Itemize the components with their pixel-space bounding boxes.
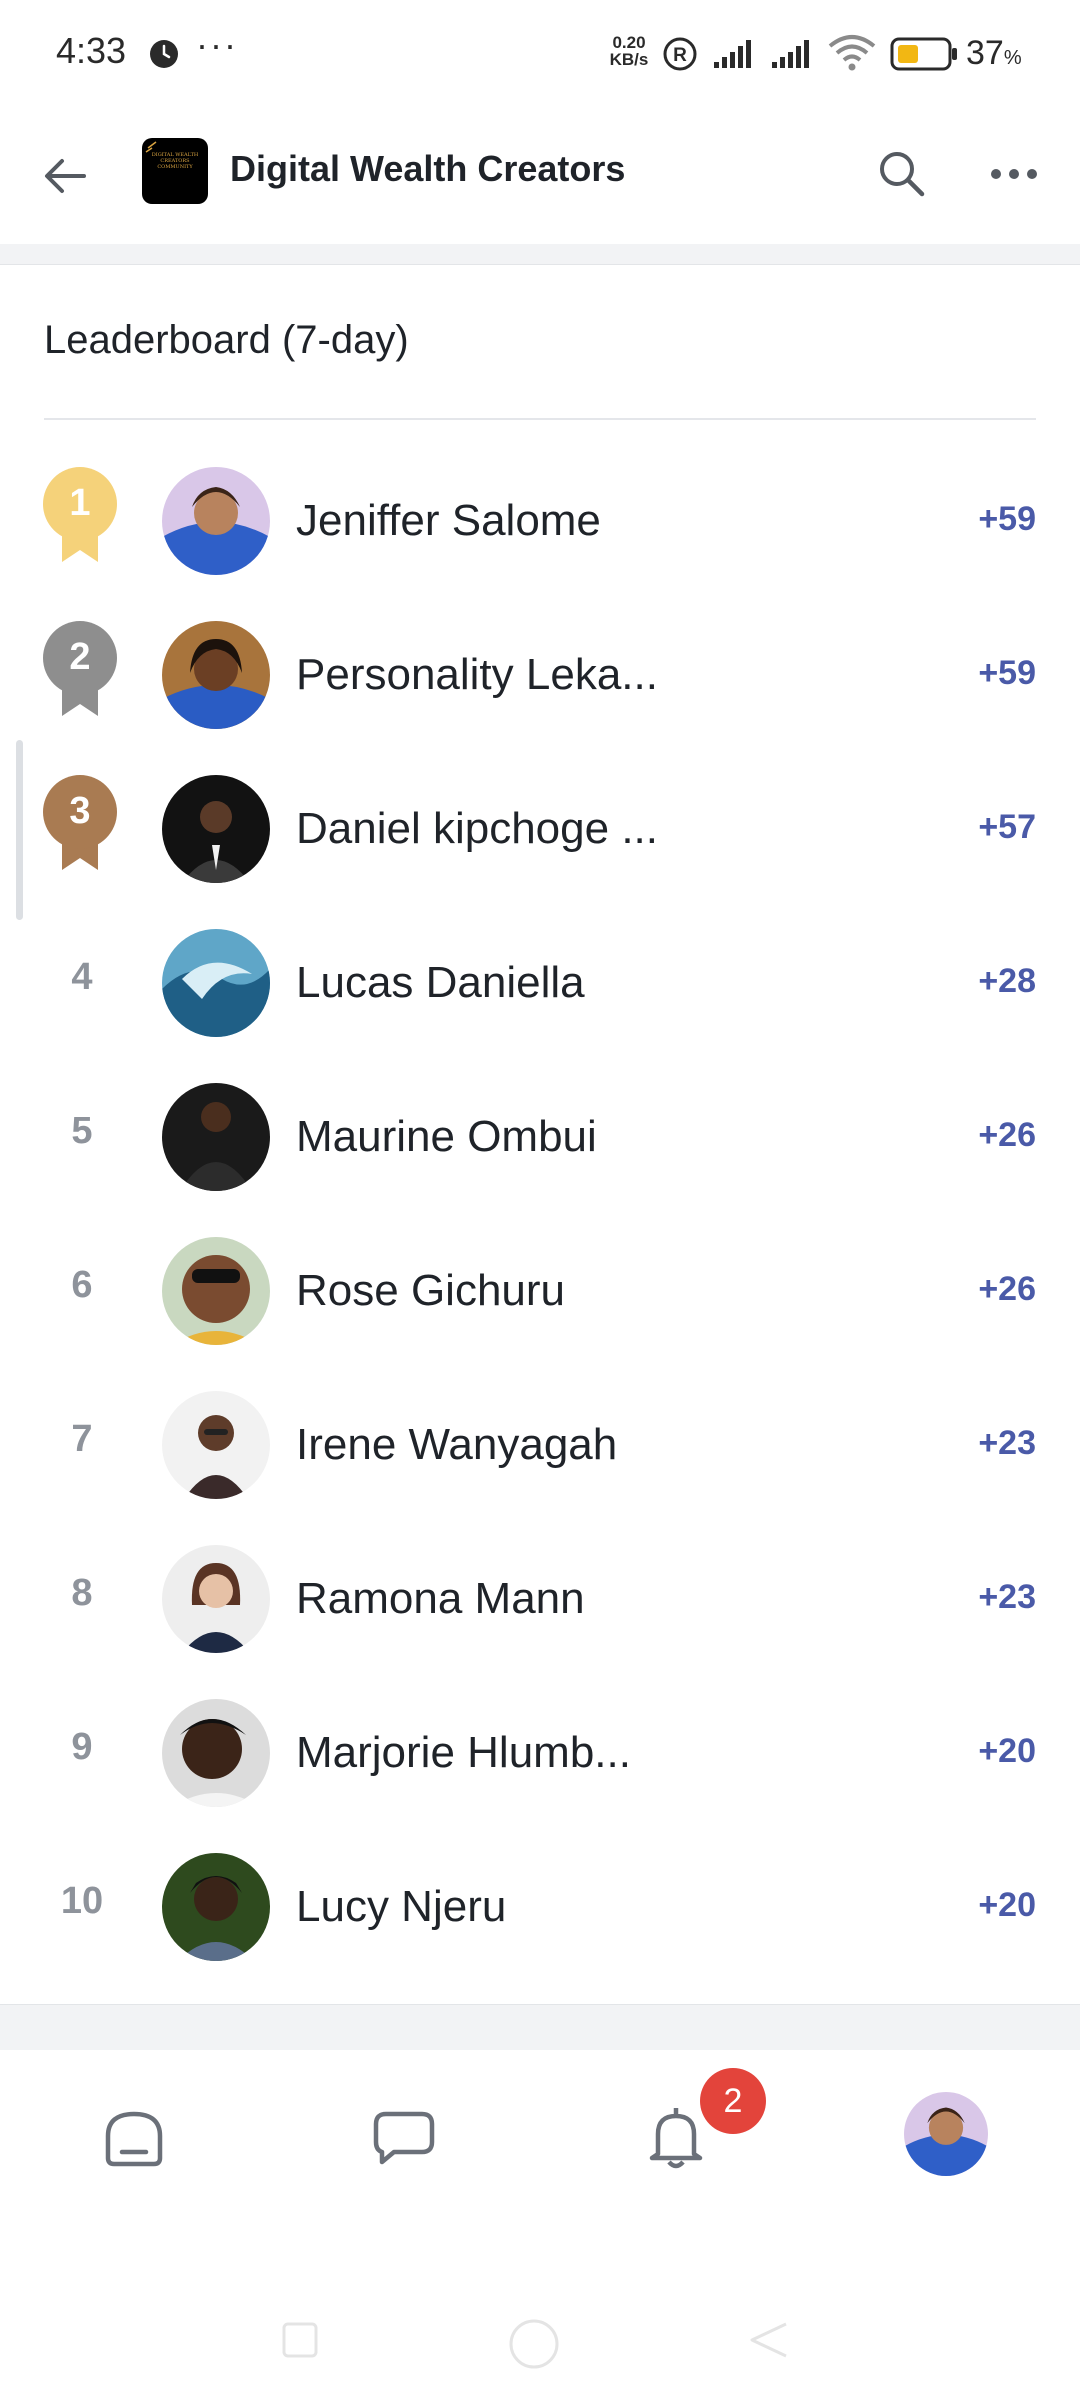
svg-text:R: R bbox=[673, 45, 687, 66]
leaderboard-divider bbox=[44, 418, 1036, 420]
speed-unit: KB/s bbox=[609, 50, 649, 69]
speed-value: 0.20 bbox=[612, 33, 646, 52]
member-name[interactable]: Lucas Daniella bbox=[296, 958, 585, 1008]
signal-icon-2 bbox=[772, 40, 809, 68]
network-speed: 0.20 KB/s bbox=[606, 34, 652, 68]
group-name[interactable]: Digital Wealth Creators bbox=[230, 148, 625, 190]
chat-icon[interactable] bbox=[364, 2096, 444, 2176]
status-time: 4:33 bbox=[56, 30, 127, 71]
battery-value: 37 bbox=[966, 34, 1004, 72]
avatar[interactable] bbox=[162, 775, 270, 883]
logo-mark-icon bbox=[145, 141, 157, 153]
rank-number: 2 bbox=[69, 636, 91, 678]
member-points: +20 bbox=[978, 1732, 1036, 1770]
section-divider-bottom bbox=[0, 2004, 1080, 2052]
profile-avatar[interactable] bbox=[904, 2092, 988, 2176]
avatar[interactable] bbox=[162, 1545, 270, 1653]
battery-level: 37% bbox=[966, 34, 1022, 73]
member-points: +57 bbox=[978, 808, 1036, 846]
rank-number: 1 bbox=[69, 482, 91, 524]
leaderboard-row[interactable]: 6 Rose Gichuru +26 bbox=[0, 1214, 1080, 1368]
status-bar: 4:33 ··· 0.20 KB/s R 37% bbox=[0, 0, 1080, 108]
member-name[interactable]: Marjorie Hlumb... bbox=[296, 1728, 631, 1778]
leaderboard-row[interactable]: 1 Jeniffer Salome +59 bbox=[0, 444, 1080, 598]
leaderboard-row[interactable]: 3 Daniel kipchoge ... +57 bbox=[0, 752, 1080, 906]
rank-number: 7 bbox=[71, 1418, 93, 1460]
leaderboard-row[interactable]: 7 Irene Wanyagah +23 bbox=[0, 1368, 1080, 1522]
notification-badge[interactable]: 2 bbox=[700, 2068, 766, 2134]
logo-text: DIGITAL WEALTH CREATORS COMMUNITY bbox=[151, 152, 199, 170]
rank-number: 6 bbox=[71, 1264, 93, 1306]
avatar[interactable] bbox=[162, 1391, 270, 1499]
group-logo[interactable]: DIGITAL WEALTH CREATORS COMMUNITY bbox=[142, 138, 208, 204]
member-name[interactable]: Daniel kipchoge ... bbox=[296, 804, 658, 854]
rank-number: 5 bbox=[71, 1110, 93, 1152]
member-points: +28 bbox=[978, 962, 1036, 1000]
member-name[interactable]: Ramona Mann bbox=[296, 1574, 585, 1624]
member-points: +26 bbox=[978, 1270, 1036, 1308]
avatar[interactable] bbox=[162, 621, 270, 729]
section-divider bbox=[0, 244, 1080, 265]
battery-unit: % bbox=[1003, 47, 1022, 69]
gold-medal-icon: 1 bbox=[42, 466, 118, 566]
wifi-icon bbox=[828, 35, 876, 71]
signal-icon bbox=[714, 40, 751, 68]
member-points: +23 bbox=[978, 1424, 1036, 1462]
bronze-medal-icon: 3 bbox=[42, 774, 118, 874]
member-points: +26 bbox=[978, 1116, 1036, 1154]
more-notifications-icon: ··· bbox=[196, 24, 238, 65]
system-nav-bar bbox=[0, 2280, 1080, 2400]
leaderboard-row[interactable]: 10 Lucy Njeru +20 bbox=[0, 1830, 1080, 1984]
registered-icon: R bbox=[663, 37, 697, 71]
rank-number: 8 bbox=[71, 1572, 93, 1614]
avatar[interactable] bbox=[162, 1237, 270, 1345]
avatar[interactable] bbox=[162, 1699, 270, 1807]
member-name[interactable]: Irene Wanyagah bbox=[296, 1420, 617, 1470]
rank-number: 9 bbox=[71, 1726, 93, 1768]
app-header: DIGITAL WEALTH CREATORS COMMUNITY Digita… bbox=[0, 108, 1080, 245]
more-options-icon[interactable] bbox=[984, 144, 1044, 204]
battery-icon bbox=[890, 37, 957, 71]
leaderboard-row[interactable]: 8 Ramona Mann +23 bbox=[0, 1522, 1080, 1676]
member-points: +59 bbox=[978, 654, 1036, 692]
avatar[interactable] bbox=[162, 1083, 270, 1191]
member-name[interactable]: Maurine Ombui bbox=[296, 1112, 597, 1162]
leaderboard-row[interactable]: 4 Lucas Daniella +28 bbox=[0, 906, 1080, 1060]
bottom-nav: 2 bbox=[0, 2050, 1080, 2220]
avatar[interactable] bbox=[162, 1853, 270, 1961]
avatar[interactable] bbox=[162, 467, 270, 575]
leaderboard-row[interactable]: 2 Personality Leka... +59 bbox=[0, 598, 1080, 752]
home-system-icon[interactable] bbox=[506, 2316, 562, 2372]
home-icon[interactable] bbox=[94, 2096, 174, 2176]
leaderboard-title: Leaderboard (7-day) bbox=[44, 318, 409, 362]
leaderboard-row[interactable]: 5 Maurine Ombui +26 bbox=[0, 1060, 1080, 1214]
search-icon[interactable] bbox=[872, 144, 932, 204]
rank-number: 3 bbox=[69, 790, 91, 832]
rank-number: 10 bbox=[60, 1880, 104, 1922]
member-points: +23 bbox=[978, 1578, 1036, 1616]
avatar[interactable] bbox=[162, 929, 270, 1037]
member-name[interactable]: Personality Leka... bbox=[296, 650, 658, 700]
back-system-icon[interactable] bbox=[746, 2320, 790, 2360]
leaderboard-row[interactable]: 9 Marjorie Hlumb... +20 bbox=[0, 1676, 1080, 1830]
back-arrow-icon[interactable] bbox=[36, 146, 96, 206]
rank-number: 4 bbox=[71, 956, 93, 998]
recent-apps-icon[interactable] bbox=[280, 2320, 320, 2360]
member-name[interactable]: Rose Gichuru bbox=[296, 1266, 565, 1316]
silver-medal-icon: 2 bbox=[42, 620, 118, 720]
member-name[interactable]: Lucy Njeru bbox=[296, 1882, 506, 1932]
clock-app-icon bbox=[150, 40, 178, 68]
member-points: +59 bbox=[978, 500, 1036, 538]
member-name[interactable]: Jeniffer Salome bbox=[296, 496, 601, 546]
member-points: +20 bbox=[978, 1886, 1036, 1924]
